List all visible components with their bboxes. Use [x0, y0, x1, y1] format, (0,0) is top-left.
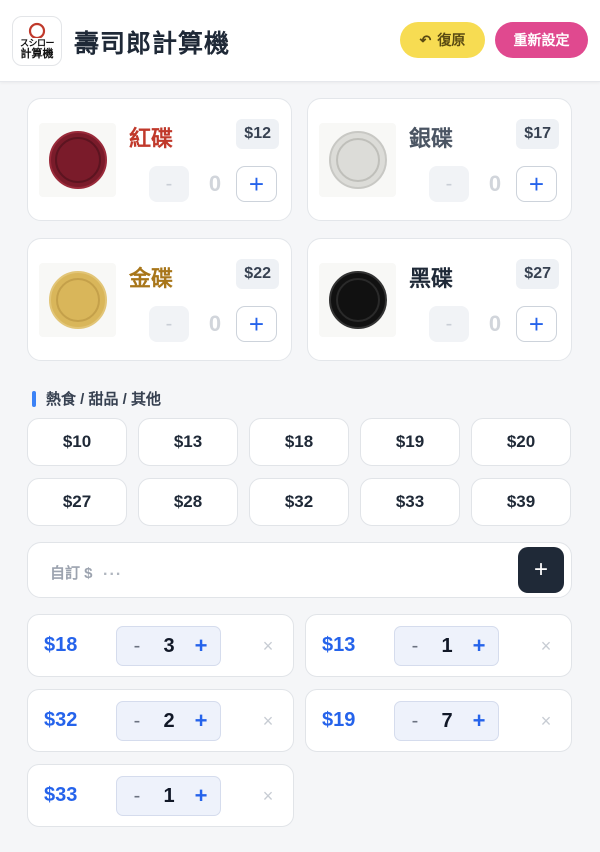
price-button[interactable]: $19: [360, 418, 460, 466]
decrement-button[interactable]: -: [125, 627, 149, 665]
decrement-button[interactable]: -: [149, 166, 189, 202]
page-title: 壽司郎計算機: [74, 30, 231, 58]
restore-button[interactable]: ↶ 復原: [400, 22, 485, 58]
quantity-stepper: - 2 +: [116, 701, 221, 741]
section-heading: 熱食 / 甜品 / 其他: [32, 388, 161, 409]
price-button[interactable]: $33: [360, 478, 460, 526]
plate-card-black: 黑碟 $27 - 0 +: [307, 238, 572, 361]
price-button[interactable]: $13: [138, 418, 238, 466]
add-custom-button[interactable]: +: [518, 547, 564, 593]
increment-button[interactable]: +: [465, 702, 493, 740]
item-price: $32: [44, 709, 78, 731]
price-button[interactable]: $39: [471, 478, 571, 526]
plate-name: 銀碟: [409, 126, 454, 151]
quantity-stepper: - 1 +: [394, 626, 499, 666]
plate-price: $27: [516, 259, 559, 289]
plate-quantity: 0: [488, 311, 502, 336]
decrement-button[interactable]: -: [429, 306, 469, 342]
plate-card-gold: 金碟 $22 - 0 +: [27, 238, 292, 361]
plate-quantity: 0: [488, 171, 502, 196]
decrement-button[interactable]: -: [429, 166, 469, 202]
item-price: $19: [322, 709, 356, 731]
item-quantity: 7: [441, 709, 453, 732]
plate-card-silver: 銀碟 $17 - 0 +: [307, 98, 572, 221]
increment-button[interactable]: +: [187, 777, 215, 815]
quantity-stepper: - 3 +: [116, 626, 221, 666]
price-button[interactable]: $18: [249, 418, 349, 466]
undo-icon: ↶: [419, 31, 432, 48]
decrement-button[interactable]: -: [403, 627, 427, 665]
added-item: $13 - 1 + ×: [305, 614, 572, 677]
section-accent-bar: [32, 390, 36, 407]
quantity-stepper: - 7 +: [394, 701, 499, 741]
price-button[interactable]: $20: [471, 418, 571, 466]
price-button[interactable]: $27: [27, 478, 127, 526]
reset-button[interactable]: 重新設定: [495, 22, 588, 58]
item-price: $18: [44, 634, 78, 656]
added-item: $19 - 7 + ×: [305, 689, 572, 752]
gold-plate-image: [39, 263, 116, 337]
silver-plate-image: [319, 123, 396, 197]
increment-button[interactable]: +: [516, 166, 557, 202]
decrement-button[interactable]: -: [403, 702, 427, 740]
increment-button[interactable]: +: [236, 306, 277, 342]
plate-price: $12: [236, 119, 279, 149]
app-header: スシロー 計算機 壽司郎計算機 ↶ 復原 重新設定: [0, 0, 600, 82]
decrement-button[interactable]: -: [125, 702, 149, 740]
plate-name: 金碟: [129, 266, 174, 291]
black-plate-image: [319, 263, 396, 337]
price-button[interactable]: $10: [27, 418, 127, 466]
remove-icon[interactable]: ×: [534, 708, 558, 734]
plate-quantity: 0: [208, 171, 222, 196]
custom-price-row: 自訂 $ +: [27, 542, 572, 598]
logo-mark-icon: [28, 22, 46, 38]
plate-price: $17: [516, 119, 559, 149]
restore-label: 復原: [437, 32, 466, 48]
price-button[interactable]: $28: [138, 478, 238, 526]
logo-top-text: スシロー: [19, 38, 55, 48]
added-item: $18 - 3 + ×: [27, 614, 294, 677]
plate-name: 紅碟: [129, 126, 174, 151]
remove-icon[interactable]: ×: [256, 708, 280, 734]
increment-button[interactable]: +: [236, 166, 277, 202]
item-quantity: 1: [163, 784, 175, 807]
decrement-button[interactable]: -: [149, 306, 189, 342]
plate-name: 黑碟: [409, 266, 454, 291]
item-price: $33: [44, 784, 78, 806]
red-plate-image: [39, 123, 116, 197]
item-quantity: 2: [163, 709, 175, 732]
increment-button[interactable]: +: [516, 306, 557, 342]
decrement-button[interactable]: -: [125, 777, 149, 815]
increment-button[interactable]: +: [187, 702, 215, 740]
logo-bottom-text: 計算機: [20, 48, 54, 60]
added-item: $32 - 2 + ×: [27, 689, 294, 752]
plate-card-red: 紅碟 $12 - 0 +: [27, 98, 292, 221]
plus-icon: +: [533, 556, 548, 583]
remove-icon[interactable]: ×: [256, 633, 280, 659]
custom-price-prefix: 自訂 $: [50, 565, 93, 582]
plate-quantity: 0: [208, 311, 222, 336]
added-item: $33 - 1 + ×: [27, 764, 294, 827]
price-button[interactable]: $32: [249, 478, 349, 526]
remove-icon[interactable]: ×: [534, 633, 558, 659]
quantity-stepper: - 1 +: [116, 776, 221, 816]
increment-button[interactable]: +: [187, 627, 215, 665]
item-quantity: 3: [163, 634, 175, 657]
remove-icon[interactable]: ×: [256, 783, 280, 809]
section-heading-text: 熱食 / 甜品 / 其他: [46, 391, 162, 408]
item-price: $13: [322, 634, 356, 656]
plate-price: $22: [236, 259, 279, 289]
item-quantity: 1: [441, 634, 453, 657]
increment-button[interactable]: +: [465, 627, 493, 665]
custom-price-input[interactable]: [103, 555, 503, 587]
app-logo: スシロー 計算機: [12, 16, 62, 66]
